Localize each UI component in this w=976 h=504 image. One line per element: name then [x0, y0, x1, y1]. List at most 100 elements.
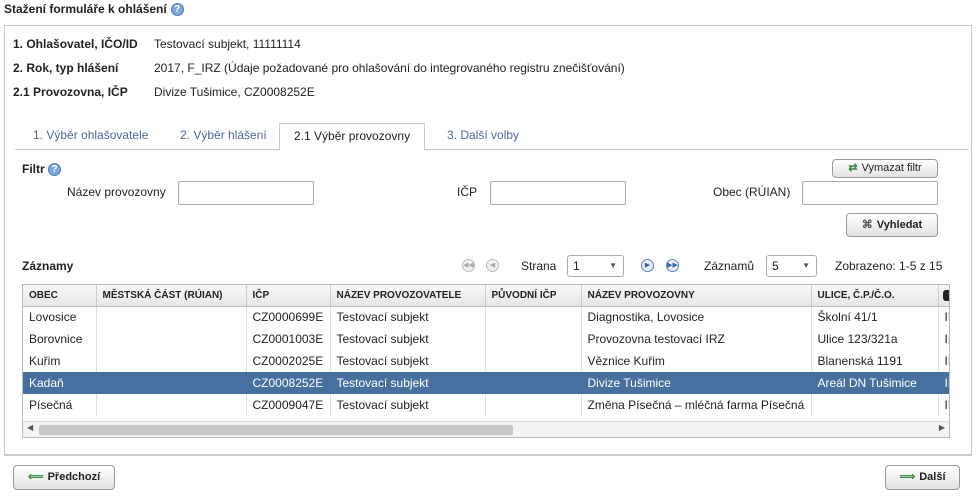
- column-menu-button[interactable]: ▼: [938, 285, 949, 307]
- table-cell: Testovací subjekt: [330, 372, 486, 394]
- page-select[interactable]: 1 ▼: [567, 255, 624, 277]
- table-cell: [485, 350, 582, 372]
- count-label: Záznamů: [704, 259, 755, 273]
- table-cell: [96, 306, 247, 328]
- filter-label-text: Filtr: [22, 162, 45, 176]
- search-button[interactable]: ⌘ Vyhledat: [846, 213, 938, 237]
- records-shown: Zobrazeno: 1-5 z 15: [835, 259, 943, 273]
- facilities-grid: OBEC MĚSTSKÁ ČÁST (RÚIAN) IČP NÁZEV PROV…: [22, 284, 950, 438]
- table-cell: IF: [938, 394, 949, 416]
- column-header[interactable]: NÁZEV PROVOZOVNY: [581, 285, 812, 307]
- tab-reporter[interactable]: 1. Výběr ohlašovatele: [19, 123, 162, 150]
- table-cell: [96, 372, 247, 394]
- field-label: Obec (RÚIAN): [713, 185, 791, 199]
- last-page-icon[interactable]: ▶▶: [666, 259, 679, 272]
- tab-report[interactable]: 2. Výběr hlášení: [166, 123, 281, 150]
- table-cell: IF: [938, 306, 949, 328]
- info-value: Divize Tušimice, CZ0008252E: [154, 85, 315, 99]
- table-row[interactable]: Kuřim CZ0002025E Testovací subjekt Věznice …: [23, 350, 949, 372]
- table-cell: [485, 306, 582, 328]
- refresh-icon: ⇄: [848, 162, 858, 174]
- table-cell: Testovací subjekt: [330, 306, 486, 328]
- info-value: Testovací subjekt, 11111114: [154, 37, 301, 51]
- table-cell: Diagnostika, Lovosice: [581, 306, 812, 328]
- table-cell: IF: [938, 372, 949, 394]
- page-title-text: Stažení formuláře k ohlášení: [4, 2, 167, 16]
- table-cell: Provozovna testovací IRZ: [581, 328, 812, 350]
- table-cell: Kadaň: [23, 372, 97, 394]
- info-label: 1. Ohlašovatel, IČO/ID: [13, 37, 138, 51]
- column-header[interactable]: IČP: [246, 285, 331, 307]
- table-row[interactable]: Lovosice CZ0000699E Testovací subjekt Diagn…: [23, 306, 949, 328]
- facility-name-input[interactable]: [178, 181, 314, 205]
- table-cell: [485, 372, 582, 394]
- clear-filter-label: Vymazat filtr: [861, 162, 922, 174]
- arrow-left-icon: ⟸: [27, 471, 44, 483]
- prev-page-icon[interactable]: ◀: [486, 259, 499, 272]
- prev-button[interactable]: ⟸ Předchozí: [13, 465, 115, 490]
- table-cell: Areál DN Tušimice: [811, 372, 939, 394]
- page-select-value: 1: [573, 259, 580, 273]
- table-cell: [811, 394, 939, 416]
- info-value: 2017, F_IRZ (Údaje požadované pro ohlašo…: [154, 61, 625, 75]
- next-button-label: Další: [919, 471, 946, 483]
- table-row[interactable]: Písečná CZ0009047E Testovací subjekt Změna …: [23, 394, 949, 416]
- page-title: Stažení formuláře k ohlášení?: [4, 2, 184, 17]
- icp-input[interactable]: [490, 181, 626, 205]
- column-header[interactable]: PŮVODNÍ IČP: [485, 285, 582, 307]
- page-label: Strana: [521, 259, 557, 273]
- info-label: 2. Rok, typ hlášení: [13, 61, 119, 75]
- footer-divider: [4, 455, 972, 456]
- count-select[interactable]: 5 ▼: [766, 255, 817, 277]
- table-cell: Divize Tušimice: [581, 372, 812, 394]
- table-cell: Lovosice: [23, 306, 97, 328]
- table-cell: [485, 394, 582, 416]
- next-button[interactable]: ⟹ Další: [885, 465, 960, 490]
- chevron-down-icon: ▼: [609, 261, 617, 270]
- table-cell: Kuřim: [23, 350, 97, 372]
- tab-options[interactable]: 3. Další volby: [433, 123, 533, 150]
- chevron-down-icon: ▼: [942, 290, 949, 302]
- title-bar: Stažení formuláře k ohlášení?: [0, 0, 976, 20]
- help-icon[interactable]: ?: [170, 3, 184, 17]
- table-cell: Školní 41/1: [811, 306, 939, 328]
- scrollbar-thumb[interactable]: [39, 425, 513, 435]
- help-icon[interactable]: ?: [48, 163, 62, 177]
- first-page-icon[interactable]: ◀◀: [462, 259, 475, 272]
- municipality-input[interactable]: [802, 181, 938, 205]
- records-label: Záznamy: [22, 259, 74, 273]
- prev-button-label: Předchozí: [47, 471, 101, 483]
- table-cell: Písečná: [23, 394, 97, 416]
- table-cell: IF: [938, 328, 949, 350]
- table-cell: [96, 394, 247, 416]
- facilities-table: OBEC MĚSTSKÁ ČÁST (RÚIAN) IČP NÁZEV PROV…: [23, 285, 949, 416]
- table-cell: CZ0002025E: [246, 350, 331, 372]
- arrow-right-icon: ⟹: [899, 471, 916, 483]
- table-cell: IF: [938, 350, 949, 372]
- field-label: IČP: [457, 185, 478, 199]
- wizard-tabs: 1. Výběr ohlašovatele 2. Výběr hlášení 2…: [15, 123, 969, 151]
- table-cell: Testovací subjekt: [330, 350, 486, 372]
- search-button-label: Vyhledat: [876, 219, 923, 231]
- clear-filter-button[interactable]: ⇄ Vymazat filtr: [832, 159, 938, 178]
- tab-facility[interactable]: 2.1 Výběr provozovny: [279, 123, 426, 151]
- column-header[interactable]: OBEC: [23, 285, 97, 307]
- table-cell: Věznice Kuřim: [581, 350, 812, 372]
- horizontal-scrollbar[interactable]: ◀ ▶: [23, 421, 949, 437]
- scroll-right-icon[interactable]: ▶: [939, 423, 945, 432]
- count-select-value: 5: [772, 259, 779, 273]
- table-cell: CZ0008252E: [246, 372, 331, 394]
- table-row[interactable]: Borovnice CZ0001003E Testovací subjekt Prov…: [23, 328, 949, 350]
- filter-label: Filtr ?: [22, 162, 62, 177]
- table-cell: Testovací subjekt: [330, 394, 486, 416]
- column-header[interactable]: ULICE, Č.P./Č.O.: [811, 285, 939, 307]
- table-cell: Blanenská 1191: [811, 350, 939, 372]
- scroll-left-icon[interactable]: ◀: [27, 423, 33, 432]
- table-row[interactable]: Kadaň CZ0008252E Testovací subjekt Divize T…: [23, 372, 949, 394]
- column-header[interactable]: NÁZEV PROVOZOVATELE: [330, 285, 486, 307]
- table-cell: [96, 328, 247, 350]
- column-header[interactable]: MĚSTSKÁ ČÁST (RÚIAN): [96, 285, 247, 307]
- next-page-icon[interactable]: ▶: [641, 259, 654, 272]
- chevron-down-icon: ▼: [802, 261, 810, 270]
- info-label: 2.1 Provozovna, IČP: [13, 85, 128, 99]
